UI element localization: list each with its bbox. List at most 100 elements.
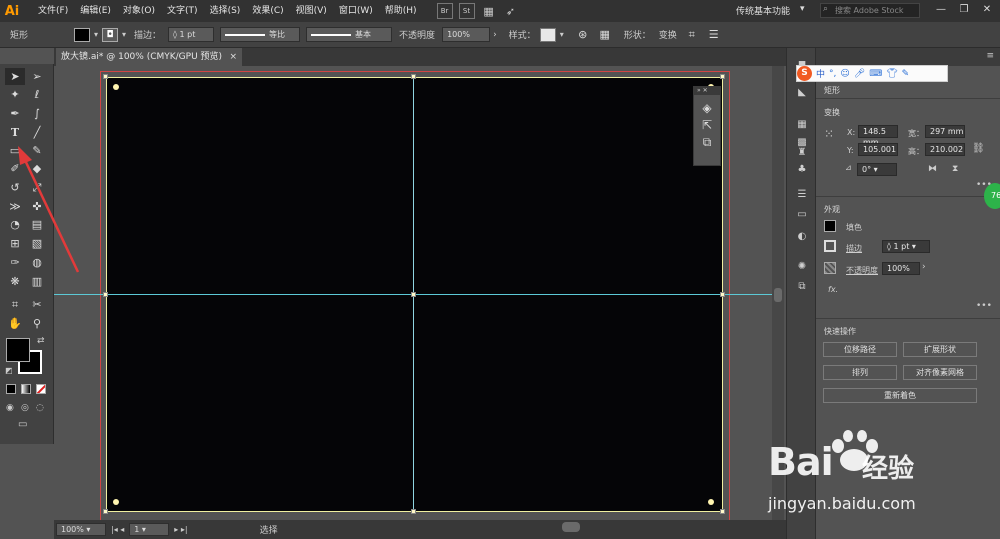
isolate-object-icon[interactable]: ⌗	[684, 27, 700, 43]
pathfinder-icon[interactable]: ⧉	[694, 135, 720, 150]
stroke-link[interactable]: 描边	[846, 243, 862, 254]
variable-width-profile[interactable]: 等比	[220, 27, 301, 42]
transparency-icon[interactable]: ◐	[795, 230, 809, 244]
tools-icon[interactable]: ✎	[902, 69, 910, 79]
stroke-weight-field[interactable]: ◊ 1 pt	[168, 27, 215, 42]
handle-center[interactable]	[411, 292, 416, 297]
corner-widget-bottom-right[interactable]	[708, 499, 714, 505]
emoji-icon[interactable]: ☺	[840, 69, 849, 79]
blend-tool-icon[interactable]: ◍	[27, 254, 47, 271]
mesh-tool-icon[interactable]: ⊞	[5, 235, 25, 252]
draw-inside-icon[interactable]: ◌	[36, 403, 44, 413]
none-mode-icon[interactable]	[36, 384, 46, 394]
stroke-dropdown-icon[interactable]: ▾	[122, 30, 126, 39]
notification-badge[interactable]: 76	[984, 183, 1000, 209]
fill-swatch[interactable]	[74, 27, 90, 42]
direct-selection-tool-icon[interactable]: ➢	[27, 68, 47, 85]
shape-builder-tool-icon[interactable]: ◔	[5, 216, 25, 233]
artboard-tool-icon[interactable]: ⌗	[5, 296, 25, 313]
flip-horizontal-icon[interactable]: ⧓	[928, 164, 937, 174]
flip-vertical-icon[interactable]: ⧗	[952, 164, 958, 174]
minimize-button[interactable]: —	[930, 2, 952, 18]
gradient-panel-icon[interactable]: ▭	[795, 208, 809, 222]
offset-path-button[interactable]: 位移路径	[823, 342, 897, 357]
layers-icon[interactable]: ◈	[694, 101, 720, 115]
default-colors-icon[interactable]: ◩	[5, 366, 13, 375]
maximize-button[interactable]: ❐	[953, 2, 975, 18]
close-tab-icon[interactable]: ×	[229, 48, 237, 66]
width-tool-icon[interactable]: ≫	[5, 198, 25, 215]
eyedropper-tool-icon[interactable]: ✑	[5, 254, 25, 271]
handle-bottom-left[interactable]	[103, 509, 108, 514]
stock-button[interactable]: St	[458, 3, 475, 19]
more-appearance-options-icon[interactable]: •••	[976, 301, 992, 311]
menu-select[interactable]: 选择(S)	[204, 0, 247, 22]
align-options-icon[interactable]: ▦	[597, 27, 613, 43]
corner-widget-bottom-left[interactable]	[113, 499, 119, 505]
shaper-tool-icon[interactable]: ✐	[5, 160, 25, 177]
menu-type[interactable]: 文字(T)	[161, 0, 204, 22]
appearance-stroke-swatch[interactable]	[824, 240, 836, 252]
transform-link[interactable]: 变换	[659, 28, 677, 41]
expand-shape-button[interactable]: 扩展形状	[903, 342, 977, 357]
type-tool-icon[interactable]: T	[5, 124, 25, 141]
height-field[interactable]: 210.002	[925, 143, 965, 156]
arrange-button[interactable]: 排列	[823, 365, 897, 380]
zoom-field[interactable]: 100% ▾	[56, 523, 106, 536]
column-graph-tool-icon[interactable]: ▥	[27, 273, 47, 290]
slice-tool-icon[interactable]: ✂	[27, 296, 47, 313]
handle-top-left[interactable]	[103, 74, 108, 79]
symbol-sprayer-tool-icon[interactable]: ❋	[5, 273, 25, 290]
menu-effect[interactable]: 效果(C)	[246, 0, 289, 22]
menu-file[interactable]: 文件(F)	[32, 0, 74, 22]
puppet-warp-tool-icon[interactable]: ✜	[27, 198, 47, 215]
color-mode-icon[interactable]	[6, 384, 16, 394]
handle-top-center[interactable]	[411, 74, 416, 79]
lasso-tool-icon[interactable]: ℓ	[27, 86, 47, 103]
pen-tool-icon[interactable]: ✒	[5, 105, 25, 122]
artboard-number-field[interactable]: 1 ▾	[129, 523, 170, 536]
stock-search-input[interactable]: 搜索 Adobe Stock	[820, 3, 920, 18]
rotate-angle-field[interactable]: 0° ▾	[857, 163, 897, 176]
draw-normal-icon[interactable]: ◉	[6, 403, 14, 413]
opacity-field[interactable]: 100%	[442, 27, 491, 42]
x-field[interactable]: 148.5 mm	[858, 125, 898, 147]
reference-point-icon[interactable]: ⁙	[824, 127, 840, 143]
handle-middle-right[interactable]	[720, 292, 725, 297]
selection-tool-icon[interactable]: ➤	[5, 68, 25, 85]
appearance-icon[interactable]: ✺	[795, 260, 809, 274]
handle-bottom-center[interactable]	[411, 509, 416, 514]
scale-tool-icon[interactable]: ⤢	[27, 179, 47, 196]
swap-fill-stroke-icon[interactable]: ⇄	[37, 336, 45, 346]
brushes-icon[interactable]: ♜	[795, 146, 809, 160]
screen-mode-icon[interactable]: ▭	[18, 419, 27, 430]
skin-icon[interactable]: 👕︎	[886, 69, 897, 79]
zoom-tool-icon[interactable]: ⚲	[27, 315, 47, 332]
opacity-expand-icon[interactable]: ›	[493, 30, 497, 40]
menu-help[interactable]: 帮助(H)	[379, 0, 423, 22]
gpu-performance-icon[interactable]: ➶	[503, 3, 519, 19]
align-to-pixel-grid-button[interactable]: 对齐像素网格	[903, 365, 977, 380]
menu-window[interactable]: 窗口(W)	[333, 0, 379, 22]
appearance-opacity-field[interactable]: 100%	[882, 262, 920, 275]
appearance-stroke-weight-field[interactable]: ◊ 1 pt ▾	[882, 240, 930, 253]
y-field[interactable]: 105.001	[858, 143, 898, 156]
curvature-tool-icon[interactable]: ∫	[27, 105, 47, 122]
handle-top-right[interactable]	[720, 74, 725, 79]
workspace-dropdown-icon[interactable]: ▾	[800, 4, 805, 14]
menu-edit[interactable]: 编辑(E)	[74, 0, 117, 22]
punctuation-icon[interactable]: °,	[829, 69, 836, 79]
rectangle-tool-icon[interactable]: ▭	[5, 142, 25, 159]
fill-color-box[interactable]	[6, 338, 30, 362]
status-tool-label[interactable]: 选择	[260, 523, 278, 536]
ime-language-toggle[interactable]: 中	[816, 67, 825, 80]
recolor-artwork-icon[interactable]: ⊛	[575, 27, 591, 43]
last-artboard-icon[interactable]: ▸ ▸|	[174, 525, 187, 534]
panel-menu-icon[interactable]: ≡	[986, 51, 994, 61]
workspace-switcher[interactable]: 传统基本功能	[736, 4, 790, 17]
eraser-tool-icon[interactable]: ◆	[27, 160, 47, 177]
document-tab[interactable]: 放大镜.ai* @ 100% (CMYK/GPU 预览) ×	[56, 48, 242, 66]
symbols-icon[interactable]: ♣	[795, 163, 809, 177]
horizontal-scroll-thumb[interactable]	[562, 522, 580, 532]
handle-middle-left[interactable]	[103, 292, 108, 297]
